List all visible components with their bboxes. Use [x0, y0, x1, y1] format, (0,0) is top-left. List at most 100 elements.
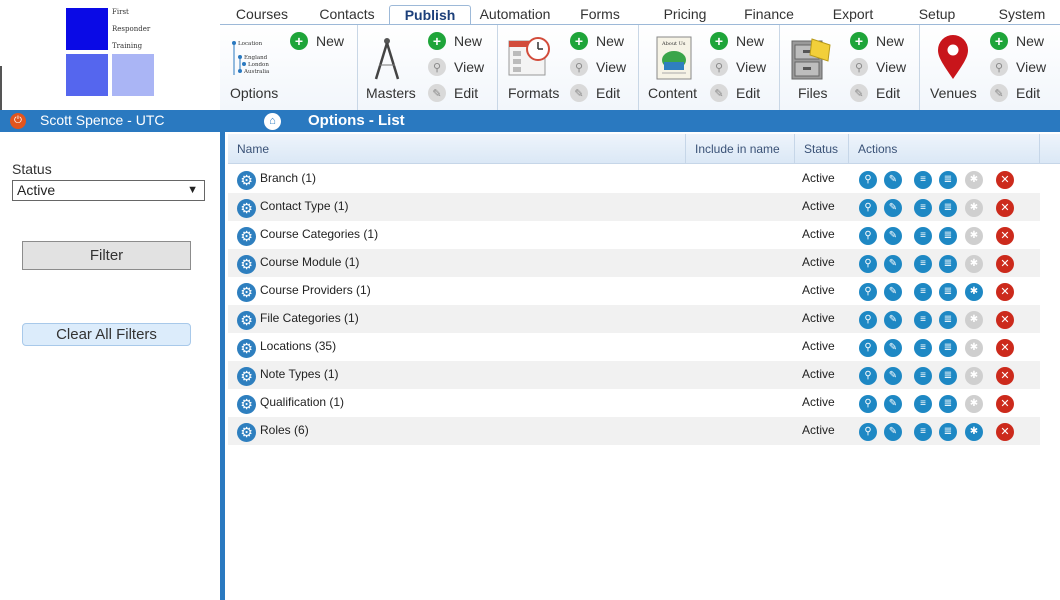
edit-icon[interactable]: ✎	[884, 311, 902, 329]
compass-icon[interactable]	[364, 35, 410, 81]
view-icon[interactable]: ⚲	[859, 283, 877, 301]
row-name[interactable]: Qualification (1)	[260, 395, 344, 409]
table-row[interactable]: ⚙ Branch (1) Active ⚲ ✎ ≡ ≣ ✱ ✕	[228, 165, 1040, 193]
table-row[interactable]: ⚙ Course Categories (1) Active ⚲ ✎ ≡ ≣ ✱ ✕	[228, 221, 1040, 249]
gear-icon[interactable]: ⚙	[237, 227, 256, 246]
tab-courses[interactable]: Courses	[230, 5, 294, 25]
sublist-icon[interactable]: ≣	[939, 199, 957, 217]
sublist-icon[interactable]: ≣	[939, 395, 957, 413]
list-icon[interactable]: ≡	[914, 199, 932, 217]
gear-icon[interactable]: ⚙	[237, 423, 256, 442]
file-cabinet-icon[interactable]	[788, 35, 834, 81]
star-icon[interactable]: ✱	[965, 283, 983, 301]
masters-view-button[interactable]: ⚲ View	[428, 56, 484, 78]
view-icon[interactable]: ⚲	[859, 255, 877, 273]
files-view-button[interactable]: ⚲ View	[850, 56, 906, 78]
row-name[interactable]: Note Types (1)	[260, 367, 339, 381]
sublist-icon[interactable]: ≣	[939, 339, 957, 357]
gear-icon[interactable]: ⚙	[237, 283, 256, 302]
options-new-button[interactable]: + New	[290, 30, 344, 52]
content-new-button[interactable]: + New	[710, 30, 764, 52]
venues-edit-button[interactable]: ✎ Edit	[990, 82, 1040, 104]
tab-forms[interactable]: Forms	[576, 5, 624, 25]
star-icon[interactable]: ✱	[965, 423, 983, 441]
edit-icon[interactable]: ✎	[884, 339, 902, 357]
edit-icon[interactable]: ✎	[884, 283, 902, 301]
column-header-name[interactable]: Name	[228, 134, 686, 164]
tab-setup[interactable]: Setup	[916, 5, 958, 25]
tab-system[interactable]: System	[996, 5, 1048, 25]
star-icon[interactable]: ✱	[965, 227, 983, 245]
view-icon[interactable]: ⚲	[859, 367, 877, 385]
formats-view-button[interactable]: ⚲ View	[570, 56, 626, 78]
sublist-icon[interactable]: ≣	[939, 311, 957, 329]
delete-icon[interactable]: ✕	[996, 423, 1014, 441]
table-row[interactable]: ⚙ Contact Type (1) Active ⚲ ✎ ≡ ≣ ✱ ✕	[228, 193, 1040, 221]
files-label[interactable]: Files	[798, 85, 828, 101]
clear-all-filters-button[interactable]: Clear All Filters	[22, 323, 191, 346]
tab-finance[interactable]: Finance	[740, 5, 798, 25]
tree-icon[interactable]: Location England London Australia	[228, 35, 274, 81]
view-icon[interactable]: ⚲	[859, 311, 877, 329]
view-icon[interactable]: ⚲	[859, 423, 877, 441]
masters-new-button[interactable]: + New	[428, 30, 482, 52]
edit-icon[interactable]: ✎	[884, 171, 902, 189]
formats-label[interactable]: Formats	[508, 85, 559, 101]
column-header-include-in-name[interactable]: Include in name	[686, 134, 795, 164]
edit-icon[interactable]: ✎	[884, 227, 902, 245]
row-name[interactable]: File Categories (1)	[260, 311, 359, 325]
masters-label[interactable]: Masters	[366, 85, 416, 101]
list-icon[interactable]: ≡	[914, 339, 932, 357]
book-icon[interactable]: About Us	[652, 35, 698, 81]
delete-icon[interactable]: ✕	[996, 199, 1014, 217]
edit-icon[interactable]: ✎	[884, 255, 902, 273]
star-icon[interactable]: ✱	[965, 339, 983, 357]
table-row[interactable]: ⚙ Course Providers (1) Active ⚲ ✎ ≡ ≣ ✱ ✕	[228, 277, 1040, 305]
power-icon[interactable]: ⏻	[10, 113, 26, 129]
row-name[interactable]: Course Module (1)	[260, 255, 359, 269]
files-new-button[interactable]: + New	[850, 30, 904, 52]
gear-icon[interactable]: ⚙	[237, 171, 256, 190]
tab-contacts[interactable]: Contacts	[314, 5, 380, 25]
gear-icon[interactable]: ⚙	[237, 255, 256, 274]
gear-icon[interactable]: ⚙	[237, 339, 256, 358]
table-row[interactable]: ⚙ File Categories (1) Active ⚲ ✎ ≡ ≣ ✱ ✕	[228, 305, 1040, 333]
delete-icon[interactable]: ✕	[996, 227, 1014, 245]
star-icon[interactable]: ✱	[965, 367, 983, 385]
table-row[interactable]: ⚙ Note Types (1) Active ⚲ ✎ ≡ ≣ ✱ ✕	[228, 361, 1040, 389]
star-icon[interactable]: ✱	[965, 311, 983, 329]
gear-icon[interactable]: ⚙	[237, 311, 256, 330]
tab-pricing[interactable]: Pricing	[660, 5, 710, 25]
map-pin-icon[interactable]	[930, 35, 976, 81]
home-icon[interactable]: ⌂	[264, 113, 281, 130]
delete-icon[interactable]: ✕	[996, 339, 1014, 357]
content-edit-button[interactable]: ✎ Edit	[710, 82, 760, 104]
delete-icon[interactable]: ✕	[996, 283, 1014, 301]
sublist-icon[interactable]: ≣	[939, 283, 957, 301]
list-icon[interactable]: ≡	[914, 367, 932, 385]
view-icon[interactable]: ⚲	[859, 339, 877, 357]
row-name[interactable]: Branch (1)	[260, 171, 316, 185]
tab-publish[interactable]: Publish	[389, 5, 471, 25]
venues-view-button[interactable]: ⚲ View	[990, 56, 1046, 78]
content-label[interactable]: Content	[648, 85, 697, 101]
table-row[interactable]: ⚙ Locations (35) Active ⚲ ✎ ≡ ≣ ✱ ✕	[228, 333, 1040, 361]
row-name[interactable]: Course Providers (1)	[260, 283, 371, 297]
view-icon[interactable]: ⚲	[859, 171, 877, 189]
row-name[interactable]: Roles (6)	[260, 423, 309, 437]
table-row[interactable]: ⚙ Roles (6) Active ⚲ ✎ ≡ ≣ ✱ ✕	[228, 417, 1040, 445]
files-edit-button[interactable]: ✎ Edit	[850, 82, 900, 104]
tab-automation[interactable]: Automation	[478, 5, 552, 25]
gear-icon[interactable]: ⚙	[237, 199, 256, 218]
tab-export[interactable]: Export	[830, 5, 876, 25]
calendar-clock-icon[interactable]	[506, 35, 552, 81]
list-icon[interactable]: ≡	[914, 171, 932, 189]
sublist-icon[interactable]: ≣	[939, 255, 957, 273]
edit-icon[interactable]: ✎	[884, 367, 902, 385]
delete-icon[interactable]: ✕	[996, 395, 1014, 413]
table-row[interactable]: ⚙ Qualification (1) Active ⚲ ✎ ≡ ≣ ✱ ✕	[228, 389, 1040, 417]
list-icon[interactable]: ≡	[914, 227, 932, 245]
row-name[interactable]: Course Categories (1)	[260, 227, 378, 241]
star-icon[interactable]: ✱	[965, 171, 983, 189]
edit-icon[interactable]: ✎	[884, 199, 902, 217]
